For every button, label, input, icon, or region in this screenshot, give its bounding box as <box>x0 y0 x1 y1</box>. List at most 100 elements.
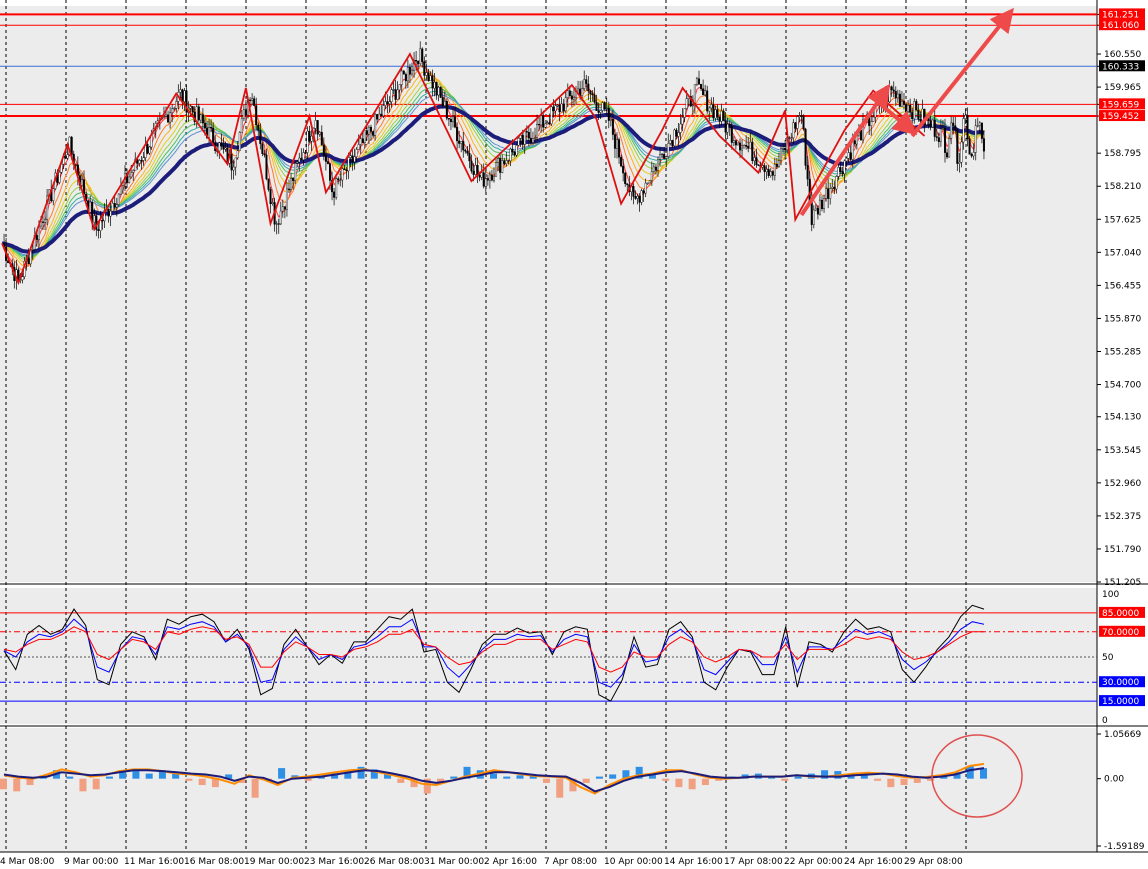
candle-body <box>482 172 485 187</box>
macd-histogram-bar <box>92 778 100 790</box>
time-tick-label: 7 Apr 08:00 <box>544 857 597 867</box>
candle-body <box>300 157 303 161</box>
candle-body <box>823 198 826 210</box>
candle-body <box>585 79 588 85</box>
candle-body <box>853 140 856 145</box>
candle-body <box>515 145 518 156</box>
candle-body <box>782 148 785 150</box>
candle-body <box>843 160 846 175</box>
candle-body <box>42 221 45 223</box>
candle-body <box>706 90 709 112</box>
candle-body <box>203 122 206 129</box>
candle-body <box>244 109 247 116</box>
candle-body <box>962 118 965 143</box>
candle-body <box>913 101 916 120</box>
candle-body <box>900 101 903 107</box>
candle-body <box>425 72 428 76</box>
candle-body <box>648 180 651 184</box>
candle-body <box>527 132 530 139</box>
macd-histogram-bar <box>675 778 683 788</box>
price-tick-label: 158.795 <box>1104 149 1141 159</box>
macd-tick-label: 0.00 <box>1104 775 1124 785</box>
candle-body <box>497 158 500 163</box>
candle-body <box>113 203 116 208</box>
candle-body <box>907 104 910 113</box>
candle-body <box>931 119 934 128</box>
candle-body <box>716 109 719 118</box>
candle-body <box>673 129 676 146</box>
candle-body <box>755 157 758 165</box>
candle-body <box>665 156 668 159</box>
candle-body <box>732 140 735 143</box>
candle-body <box>523 131 526 145</box>
candle-body <box>763 165 766 172</box>
time-tick-label: 22 Apr 00:00 <box>784 857 843 867</box>
price-tag-label: 161.251 <box>1102 10 1139 20</box>
candle-body <box>892 89 895 92</box>
candle-body <box>468 153 471 162</box>
candle-body <box>644 182 647 194</box>
candle-body <box>726 123 729 133</box>
candle-body <box>146 144 149 154</box>
candle-body <box>269 189 272 204</box>
candle-body <box>388 101 391 105</box>
candle-body <box>238 132 241 151</box>
candle-body <box>164 114 167 117</box>
candle-body <box>507 160 510 162</box>
candle-body <box>117 193 120 205</box>
candle-body <box>753 157 756 162</box>
candle-body <box>894 91 897 99</box>
candle-body <box>640 190 643 203</box>
candle-body <box>347 157 350 172</box>
candle-body <box>298 157 301 163</box>
macd-histogram-bar <box>582 778 590 783</box>
candle-body <box>624 172 627 185</box>
candle-body <box>445 101 448 119</box>
candle-body <box>529 137 532 143</box>
candle-body <box>199 114 202 121</box>
candle-body <box>251 98 254 101</box>
candle-body <box>107 209 110 217</box>
candle-body <box>525 131 528 133</box>
candle-body <box>564 97 567 112</box>
level-tag-label: 70.0000 <box>1102 628 1139 638</box>
candle-body <box>263 153 266 156</box>
price-tick-label: 155.870 <box>1104 314 1141 324</box>
candle-body <box>946 152 949 158</box>
candle-body <box>70 136 73 155</box>
candle-body <box>484 178 487 187</box>
candle-body <box>837 167 840 177</box>
candle-body <box>570 95 573 100</box>
candle-body <box>982 138 985 152</box>
candle-body <box>835 176 838 190</box>
candle-body <box>488 174 491 181</box>
candle-body <box>872 116 875 122</box>
candle-body <box>757 164 760 166</box>
candle-body <box>599 110 602 113</box>
macd-histogram-bar <box>542 778 550 783</box>
candle-body <box>478 174 481 178</box>
macd-histogram-bar <box>251 778 259 798</box>
candle-body <box>812 209 815 225</box>
candle-body <box>115 204 118 208</box>
candle-body <box>212 127 215 144</box>
time-tick-label: 17 Apr 08:00 <box>724 857 783 867</box>
candle-body <box>318 132 321 135</box>
candle-body <box>257 124 260 131</box>
candle-body <box>283 206 286 210</box>
candle-body <box>798 115 801 117</box>
candle-body <box>361 138 364 143</box>
candle-body <box>626 183 629 185</box>
time-tick-label: 4 Mar 08:00 <box>0 857 55 867</box>
candle-body <box>290 178 293 190</box>
candle-body <box>773 164 776 176</box>
macd-histogram-bar <box>304 778 312 781</box>
candle-body <box>886 92 889 103</box>
price-tag-label: 159.452 <box>1102 112 1139 122</box>
candle-body <box>341 168 344 181</box>
candle-body <box>714 109 717 119</box>
price-tick-label: 154.130 <box>1104 413 1141 423</box>
candle-body <box>58 172 61 183</box>
candle-body <box>540 115 543 126</box>
candle-body <box>587 83 590 92</box>
